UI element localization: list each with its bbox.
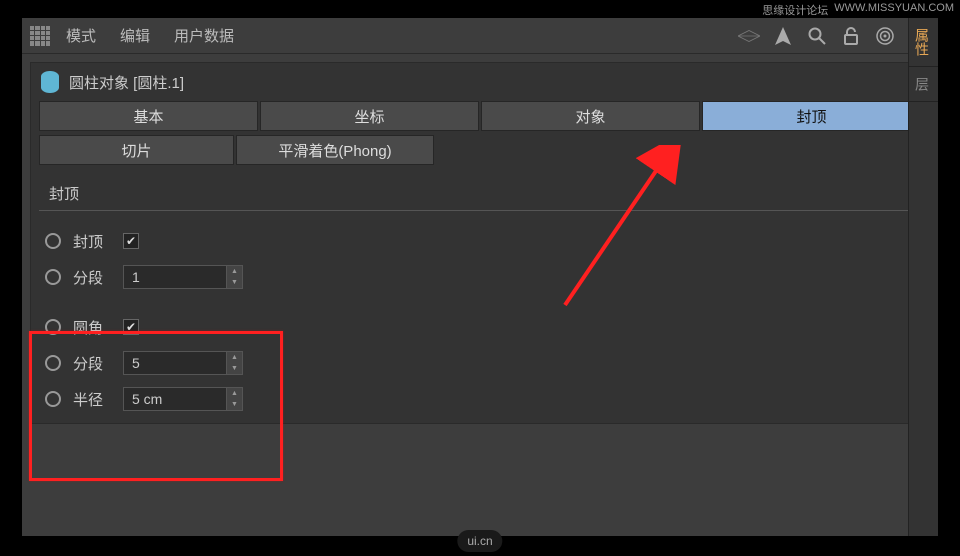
seg-input[interactable]: 1 ▲▼ — [123, 265, 243, 289]
menu-userdata[interactable]: 用户数据 — [174, 25, 234, 46]
prop-segments: 分段 1 ▲▼ — [45, 259, 915, 295]
side-tabs: 属性 层 — [908, 18, 938, 536]
attributes-panel: 模式 编辑 用户数据 圆柱对象 [圆柱.1] 基本 坐标 对象 — [22, 18, 938, 536]
tab-object[interactable]: 对象 — [481, 101, 700, 131]
prop-radius: 半径 5 cm ▲▼ — [45, 381, 915, 417]
fillet-seg-input[interactable]: 5 ▲▼ — [123, 351, 243, 375]
prop-caps: 封顶 ✔ — [45, 223, 915, 259]
radio-icon[interactable] — [45, 269, 61, 285]
section-caps-title: 封顶 — [39, 171, 921, 211]
radio-icon[interactable] — [45, 233, 61, 249]
menubar: 模式 编辑 用户数据 — [22, 18, 938, 54]
tab-slice[interactable]: 切片 — [39, 135, 234, 165]
watermark-source: 思缘设计论坛 — [762, 2, 828, 18]
target-icon[interactable] — [874, 25, 896, 47]
menu-edit[interactable]: 编辑 — [120, 25, 150, 46]
stepper[interactable]: ▲▼ — [226, 266, 242, 288]
watermark-url: WWW.MISSYUAN.COM — [834, 2, 954, 18]
lock-icon[interactable] — [840, 25, 862, 47]
pointer-icon[interactable] — [772, 25, 794, 47]
radio-icon[interactable] — [45, 319, 61, 335]
prop-fillet: 圆角 ✔ — [45, 309, 915, 345]
stepper[interactable]: ▲▼ — [226, 352, 242, 374]
tabs-row2: 切片 平滑着色(Phong) — [31, 135, 929, 165]
nav-back-icon[interactable] — [738, 25, 760, 47]
fillet-seg-label: 分段 — [73, 353, 123, 374]
sidetab-layers[interactable]: 层 — [909, 67, 938, 102]
tab-caps[interactable]: 封顶 — [702, 101, 921, 131]
fillet-checkbox[interactable]: ✔ — [123, 319, 139, 335]
tab-coord[interactable]: 坐标 — [260, 101, 479, 131]
caps-label: 封顶 — [73, 231, 123, 252]
radius-label: 半径 — [73, 389, 123, 410]
seg-value: 1 — [132, 269, 140, 285]
watermark-bottom: ui.cn — [457, 530, 502, 552]
stepper[interactable]: ▲▼ — [226, 388, 242, 410]
seg-label: 分段 — [73, 267, 123, 288]
props-area: 封顶 ✔ 分段 1 ▲▼ 圆角 ✔ 分段 5 — [31, 217, 929, 423]
grid-icon[interactable] — [30, 26, 50, 46]
menu-mode[interactable]: 模式 — [66, 25, 96, 46]
fillet-seg-value: 5 — [132, 355, 140, 371]
tabs-row1: 基本 坐标 对象 封顶 — [31, 101, 929, 131]
tab-phong[interactable]: 平滑着色(Phong) — [236, 135, 434, 165]
search-icon[interactable] — [806, 25, 828, 47]
fillet-label: 圆角 — [73, 317, 123, 338]
radio-icon[interactable] — [45, 391, 61, 407]
radius-value: 5 cm — [132, 391, 162, 407]
radius-input[interactable]: 5 cm ▲▼ — [123, 387, 243, 411]
object-title: 圆柱对象 [圆柱.1] — [69, 72, 184, 93]
cylinder-icon — [41, 71, 59, 93]
radio-icon[interactable] — [45, 355, 61, 371]
object-header: 圆柱对象 [圆柱.1] — [31, 63, 929, 101]
tab-basic[interactable]: 基本 — [39, 101, 258, 131]
prop-fillet-seg: 分段 5 ▲▼ — [45, 345, 915, 381]
sidetab-attributes[interactable]: 属性 — [909, 18, 938, 67]
caps-checkbox[interactable]: ✔ — [123, 233, 139, 249]
